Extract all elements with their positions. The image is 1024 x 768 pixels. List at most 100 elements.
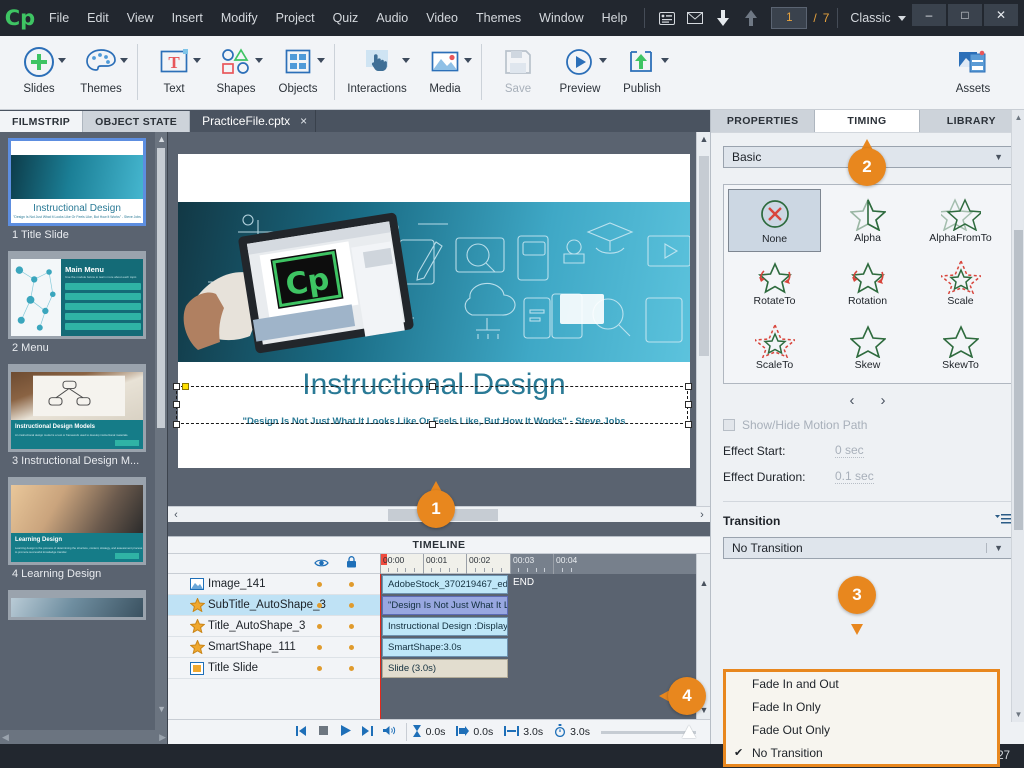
transition-option-fade-in-only[interactable]: Fade In Only: [726, 695, 997, 718]
menu-themes[interactable]: Themes: [467, 0, 530, 36]
scrollbar-thumb[interactable]: [388, 508, 498, 521]
timeline-tracks[interactable]: 00:00 00:01 00:02 00:03 00:04 END AdobeS…: [380, 554, 696, 719]
menu-help[interactable]: Help: [593, 0, 637, 36]
menu-file[interactable]: File: [40, 0, 78, 36]
resize-handle-e[interactable]: [685, 401, 692, 408]
menu-insert[interactable]: Insert: [163, 0, 212, 36]
scrollbar-thumb[interactable]: [699, 156, 709, 356]
scroll-right-icon[interactable]: ›: [694, 509, 710, 521]
resize-handle-w[interactable]: [173, 401, 180, 408]
effects-prev-button[interactable]: ‹: [850, 392, 855, 409]
eye-icon[interactable]: [314, 557, 329, 571]
timeline-row[interactable]: Title_AutoShape_3: [168, 616, 380, 637]
toolbar-objects-button[interactable]: Objects: [267, 36, 329, 108]
resize-handle-ne[interactable]: [685, 383, 692, 390]
right-panel-scrollbar[interactable]: ▲ ▼: [1011, 110, 1024, 722]
timeline-clip[interactable]: SmartShape:3.0s: [382, 638, 508, 657]
filmstrip-h-scrollbar[interactable]: ◀ ▶: [0, 730, 167, 744]
resize-handle-se[interactable]: [685, 421, 692, 428]
effect-scale[interactable]: Scale: [914, 252, 1007, 315]
effects-next-button[interactable]: ›: [881, 392, 886, 409]
timeline-row[interactable]: Image_141: [168, 574, 380, 595]
resize-handle-s[interactable]: [429, 421, 436, 428]
timeline-clip[interactable]: Slide (3.0s): [382, 659, 508, 678]
timeline-ruler[interactable]: 00:00 00:01 00:02 00:03 00:04: [380, 554, 696, 574]
effect-skew[interactable]: Skew: [821, 316, 914, 379]
canvas-h-scrollbar[interactable]: ‹ ›: [168, 506, 710, 522]
filmstrip-slide-5[interactable]: [8, 590, 159, 620]
scrollbar-thumb[interactable]: [1014, 230, 1023, 530]
effect-alpha[interactable]: Alpha: [821, 189, 914, 252]
toolbar-save-button[interactable]: Save: [487, 36, 549, 108]
effect-start-value[interactable]: 0 sec: [835, 443, 864, 458]
thumb-main-menu-button[interactable]: [115, 553, 139, 559]
visibility-dot[interactable]: [317, 665, 322, 671]
rewind-button[interactable]: [291, 725, 313, 739]
slide-canvas[interactable]: Cp Instructional Design "Design Is Not J…: [168, 132, 710, 536]
motion-path-checkbox[interactable]: [723, 419, 735, 431]
toolbar-themes-button[interactable]: Themes: [70, 36, 132, 108]
effect-none[interactable]: None: [728, 189, 821, 253]
play-button[interactable]: [335, 725, 357, 739]
toolbar-slides-button[interactable]: Slides: [8, 36, 70, 108]
transition-option-fade-out-only[interactable]: Fade Out Only: [726, 718, 997, 741]
scroll-up-icon[interactable]: ▲: [697, 578, 711, 588]
tab-object-state[interactable]: OBJECT STATE: [82, 111, 191, 132]
filmstrip-slide-4[interactable]: Learning Design Learning design is the p…: [8, 477, 159, 580]
scrollbar-thumb[interactable]: [157, 148, 165, 428]
notes-panel-icon[interactable]: [655, 6, 679, 30]
timeline-clip[interactable]: Instructional Design :Display for the re…: [382, 617, 508, 636]
close-button[interactable]: ✕: [984, 4, 1018, 26]
effect-category-select[interactable]: Basic ▼: [723, 146, 1012, 168]
scroll-down-icon[interactable]: ▼: [697, 705, 711, 715]
slide-thumbnail[interactable]: Main Menu Use the module below to learn …: [8, 251, 146, 339]
thumb-main-menu-button[interactable]: [115, 440, 139, 446]
resize-handle-nw[interactable]: [173, 383, 180, 390]
transition-dropdown-list[interactable]: Fade In and Out Fade In Only Fade Out On…: [723, 669, 1000, 767]
scroll-right-icon[interactable]: ▶: [159, 732, 166, 743]
menu-view[interactable]: View: [118, 0, 163, 36]
slide-thumbnail[interactable]: Instructional Design "Design Is Not Just…: [8, 138, 146, 226]
close-icon[interactable]: ×: [300, 114, 307, 128]
tab-library[interactable]: LIBRARY: [920, 110, 1024, 132]
lock-dot[interactable]: [349, 623, 354, 629]
stop-button[interactable]: [313, 726, 335, 738]
scroll-down-icon[interactable]: ▼: [157, 704, 166, 714]
transition-option-fade-in-out[interactable]: Fade In and Out: [726, 672, 997, 695]
lock-icon[interactable]: [346, 556, 357, 571]
effect-skewto[interactable]: SkewTo: [914, 316, 1007, 379]
audio-icon[interactable]: [379, 725, 401, 739]
toolbar-shapes-button[interactable]: Shapes: [205, 36, 267, 108]
scroll-down-icon[interactable]: ▼: [1012, 710, 1024, 719]
visibility-dot[interactable]: [317, 581, 322, 587]
filmstrip-scrollbar[interactable]: ▲ ▼: [155, 132, 167, 730]
scroll-up-icon[interactable]: ▲: [157, 134, 166, 144]
menu-project[interactable]: Project: [267, 0, 324, 36]
toolbar-media-button[interactable]: Media: [414, 36, 476, 108]
play-to-end-button[interactable]: [357, 725, 379, 739]
maximize-button[interactable]: □: [948, 4, 982, 26]
effect-alphafromto[interactable]: AlphaFromTo: [914, 189, 1007, 252]
slide-thumbnail[interactable]: Instructional Design Models An instructi…: [8, 364, 146, 452]
effect-rotation[interactable]: Rotation: [821, 252, 914, 315]
visibility-dot[interactable]: [317, 644, 322, 650]
resize-handle-sw[interactable]: [173, 421, 180, 428]
tab-filmstrip[interactable]: FILMSTRIP: [0, 111, 83, 132]
scroll-up-icon[interactable]: ▲: [697, 134, 710, 144]
menu-audio[interactable]: Audio: [367, 0, 417, 36]
panel-menu-icon[interactable]: [995, 513, 1012, 528]
menu-modify[interactable]: Modify: [212, 0, 267, 36]
visibility-dot[interactable]: [317, 623, 322, 629]
lock-dot[interactable]: [349, 602, 354, 608]
minimize-button[interactable]: –: [912, 4, 946, 26]
timeline-v-scrollbar[interactable]: ▲ ▼: [696, 554, 710, 719]
resize-handle-n[interactable]: [429, 383, 436, 390]
effect-rotateto[interactable]: RotateTo: [728, 252, 821, 315]
filmstrip-slide-1[interactable]: Instructional Design "Design Is Not Just…: [8, 138, 159, 241]
timeline-clip[interactable]: AdobeStock_370219467_edit:3.0s: [382, 575, 508, 594]
toolbar-preview-button[interactable]: Preview: [549, 36, 611, 108]
canvas-v-scrollbar[interactable]: ▲ ▼: [696, 132, 710, 522]
scrollbar-track[interactable]: [184, 508, 694, 521]
visibility-dot[interactable]: [317, 602, 322, 608]
tab-timing[interactable]: TIMING: [815, 110, 920, 132]
